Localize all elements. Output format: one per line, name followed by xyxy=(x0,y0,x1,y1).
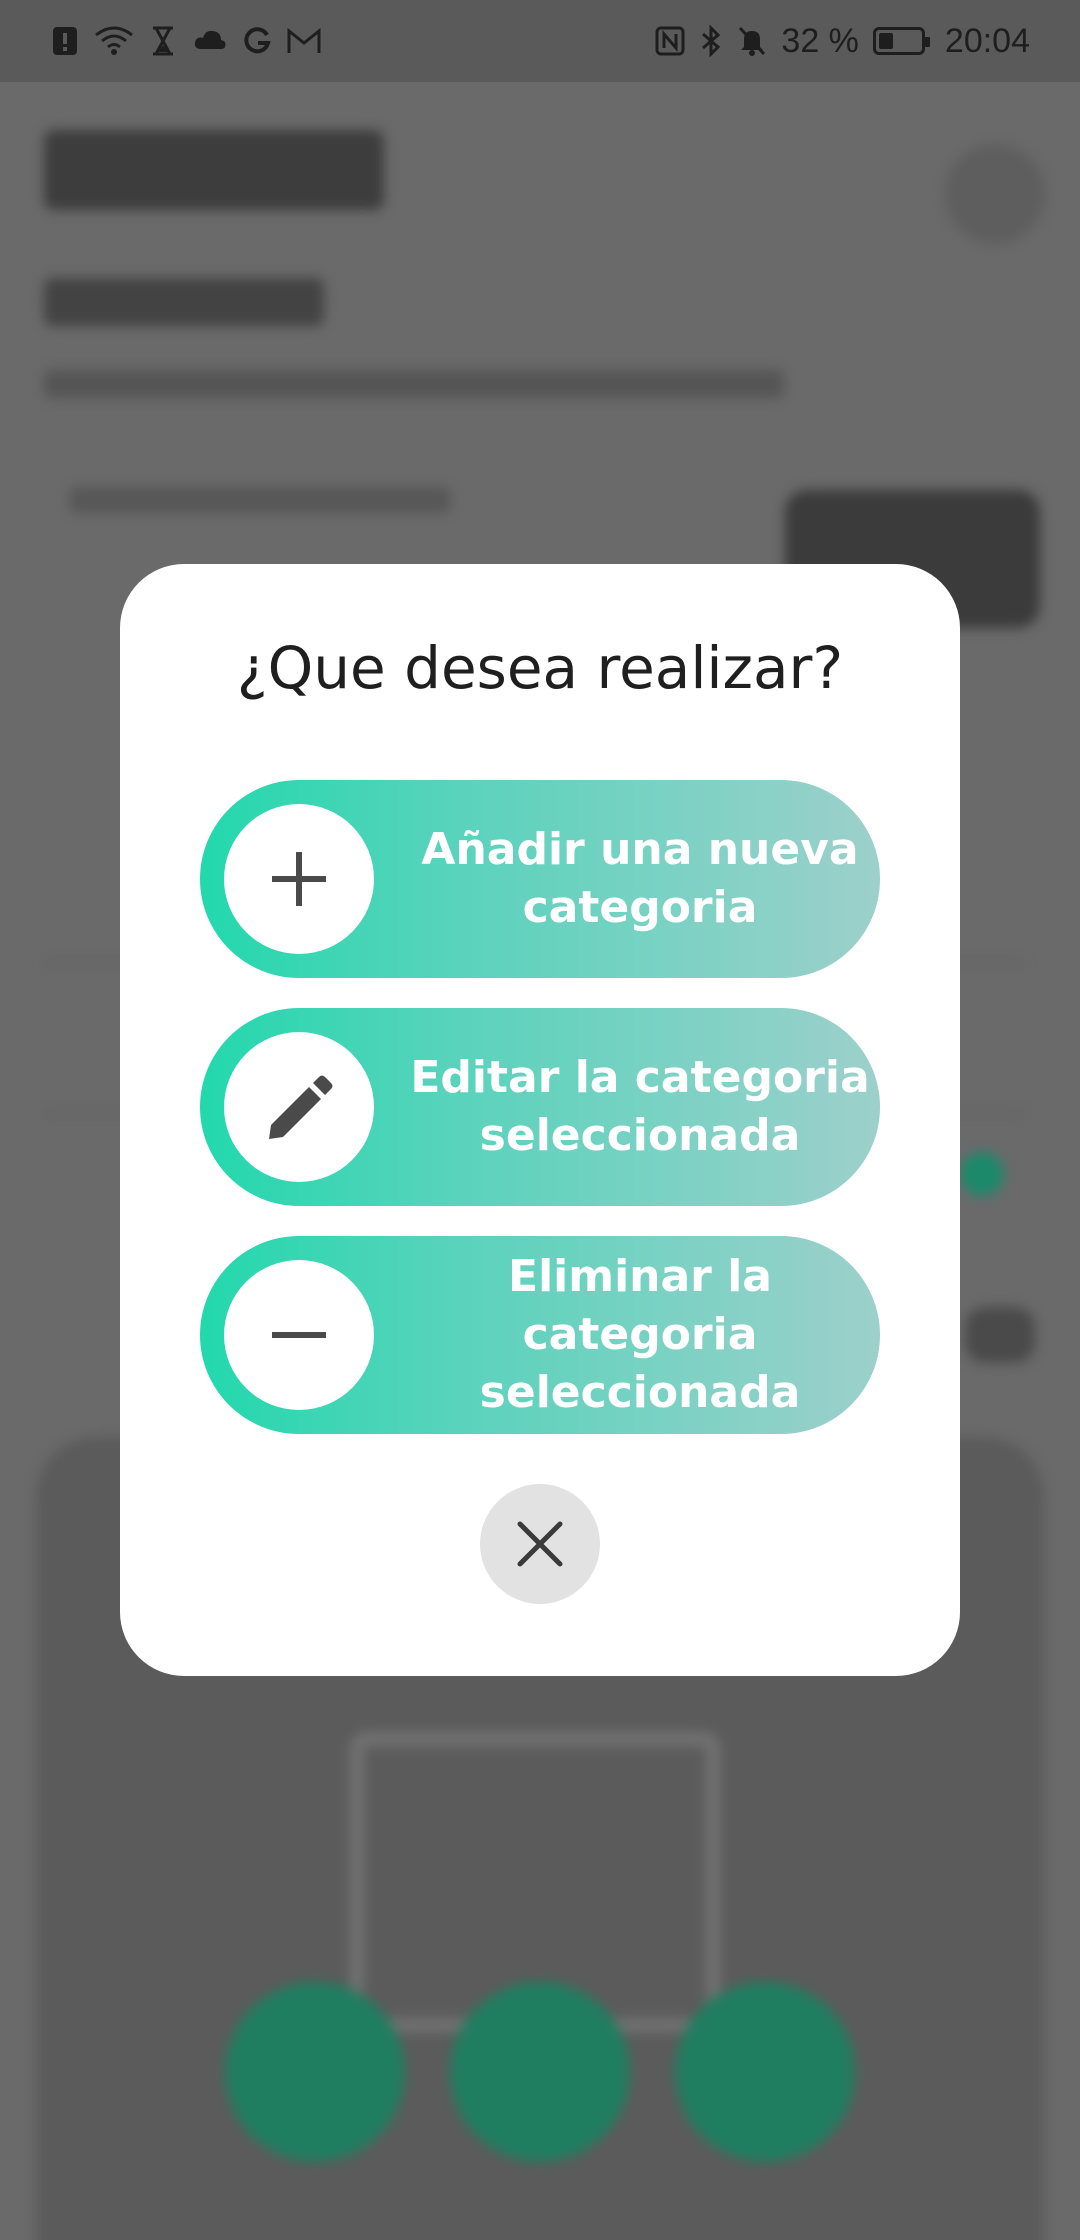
bg-action-circle xyxy=(450,1982,630,2162)
bg-description-block xyxy=(44,370,784,398)
bell-off-icon xyxy=(739,26,766,56)
bg-action-circle xyxy=(675,1982,855,2162)
hourglass-icon xyxy=(153,26,173,56)
bg-toggle-dot xyxy=(960,1152,1004,1196)
battery-percent: 32 % xyxy=(781,21,859,60)
bg-round-button xyxy=(945,144,1045,244)
edit-icon-circle xyxy=(224,1032,374,1182)
cloud-icon xyxy=(194,30,226,49)
bg-action-circle xyxy=(225,1982,405,2162)
action-dialog: ¿Que desea realizar? Añadir una nueva ca… xyxy=(120,564,960,1676)
delete-category-label: Eliminar la categoria seleccionada xyxy=(479,1251,801,1418)
status-bar: 32 % 20:04 xyxy=(0,0,1080,82)
battery-icon xyxy=(872,27,930,55)
close-dialog-button[interactable] xyxy=(480,1484,600,1604)
wifi-icon xyxy=(95,26,133,55)
add-icon-circle xyxy=(224,804,374,954)
alert-icon xyxy=(53,27,77,55)
add-category-label: Añadir una nueva categoria xyxy=(421,824,859,933)
status-right-icons: 32 % 20:04 xyxy=(655,22,1030,61)
dialog-title: ¿Que desea realizar? xyxy=(236,634,844,702)
delete-category-button[interactable]: Eliminar la categoria seleccionada xyxy=(200,1236,880,1434)
status-left-icons xyxy=(50,25,322,57)
plus-icon xyxy=(272,852,326,906)
bg-title-block xyxy=(44,130,384,210)
bg-pill xyxy=(965,1307,1035,1363)
edit-category-label: Editar la categoria seleccionada xyxy=(410,1052,870,1161)
bg-field-block xyxy=(70,487,450,513)
clock: 20:04 xyxy=(944,21,1030,60)
nfc-icon xyxy=(655,26,685,56)
pencil-icon xyxy=(269,1075,333,1139)
bluetooth-icon xyxy=(702,25,721,57)
minus-icon xyxy=(272,1332,326,1338)
google-icon xyxy=(244,27,271,54)
close-icon xyxy=(517,1521,563,1567)
delete-icon-circle xyxy=(224,1260,374,1410)
gmail-icon xyxy=(287,27,321,53)
bg-subtitle-block xyxy=(44,278,324,326)
edit-category-button[interactable]: Editar la categoria seleccionada xyxy=(200,1008,880,1206)
add-category-button[interactable]: Añadir una nueva categoria xyxy=(200,780,880,978)
